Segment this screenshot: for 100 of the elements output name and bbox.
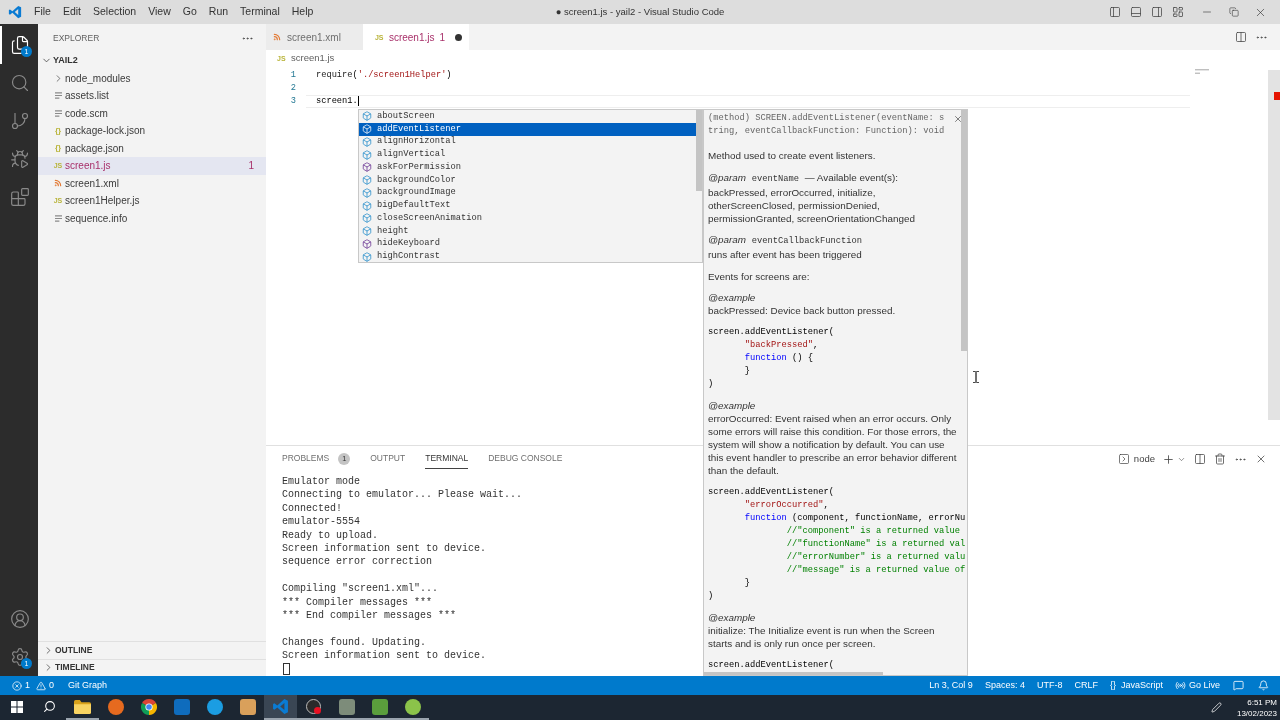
document-lines-icon — [54, 109, 62, 117]
cube-icon — [362, 238, 372, 249]
menu-item[interactable]: Terminal — [234, 1, 286, 23]
cube-icon — [362, 124, 372, 135]
cube-icon — [362, 111, 372, 122]
status-item[interactable]: Spaces: 4 — [978, 676, 1031, 695]
cube-icon — [362, 200, 372, 211]
suggestion-item[interactable]: aboutScreen — [359, 110, 696, 123]
panel-right-icon — [1150, 6, 1163, 18]
status-item[interactable]: UTF-8 — [1030, 676, 1069, 695]
breadcrumb-item[interactable]: screen1.js — [291, 51, 335, 66]
file-type-label: {} — [54, 144, 62, 153]
param-description: @param eventCallbackFunction runs after event has been triggered — [708, 233, 864, 261]
file-tree-item[interactable]: {} package-lock.json — [38, 122, 266, 140]
cube-icon — [362, 187, 372, 198]
document-lines-icon — [54, 92, 62, 100]
document-lines-icon — [54, 214, 62, 222]
suggestion-item[interactable]: bigDefaultText — [359, 199, 696, 212]
file-tree-item[interactable]: screen1.xml — [38, 174, 266, 192]
rss-icon — [273, 33, 281, 41]
menu-item[interactable]: Edit — [56, 1, 87, 23]
window-title: ● screen1.js - yail2 - Visual Studio Code — [555, 4, 725, 19]
line-number: 2 — [289, 81, 297, 95]
scrollbar-thumb[interactable] — [1268, 70, 1280, 420]
code-text: require('./screen1Helper') — [316, 69, 452, 81]
suggestion-item[interactable]: alignHorizontal — [359, 135, 696, 149]
search-icon — [43, 700, 56, 713]
cube-icon — [362, 251, 372, 262]
suggestion-item[interactable]: hideKeyboard — [359, 237, 696, 251]
folder-icon — [74, 699, 91, 714]
minimap — [1195, 69, 1211, 74]
file-tree-item[interactable]: sequence.info — [38, 209, 266, 227]
columns-icon — [1194, 453, 1206, 465]
clock-date: 13/02/2023 — [1236, 707, 1277, 719]
blocks-icon — [10, 187, 30, 207]
problems-status-button[interactable]: 1 0 — [6, 676, 61, 695]
param-description: @param eventName — Available event(s): backPressed, errorOccurred, initialize, otherScreenClosed, permissionDenied, permissionGranted, screenOrientationChanged — [708, 170, 916, 225]
menu-item[interactable]: Go — [176, 1, 203, 23]
menu-item[interactable]: View — [142, 1, 177, 23]
folder-header[interactable]: YAIL2 — [38, 52, 266, 70]
broadcast-icon — [1174, 680, 1186, 691]
section-header[interactable]: OUTLINE — [38, 641, 266, 659]
menu-item[interactable]: Help — [285, 1, 320, 23]
menu-item[interactable]: File — [28, 1, 57, 23]
menu-item[interactable]: Selection — [87, 1, 143, 23]
go-live-button[interactable]: Go Live — [1168, 676, 1226, 695]
panel-tab[interactable]: TERMINAL — [425, 449, 469, 469]
doc-text: Events for screens are: — [708, 269, 811, 283]
line-number: 3 — [289, 94, 297, 108]
bell-icon — [1258, 680, 1269, 691]
scrollbar-thumb[interactable] — [696, 110, 702, 191]
code-example: screen.addEventListener( "errorOccurred", function (component, functionName, errorNu //"component" is a returned value //"functionName" is a returned val //"errorNumber" is a returned valu //"message" is a returned value of } ) — [708, 485, 967, 603]
scrollbar-thumb[interactable] — [704, 672, 883, 675]
terminal-icon — [1117, 453, 1130, 465]
suggestion-item[interactable]: alignVertical — [359, 148, 696, 161]
suggestion-item[interactable]: closeScreenAnimation — [359, 212, 696, 225]
ribbon-logo-icon — [272, 698, 289, 715]
file-tree-item[interactable]: assets.list — [38, 87, 266, 105]
suggestion-item[interactable]: highContrast — [359, 250, 696, 263]
panel-bottom-icon — [1129, 6, 1142, 18]
panel-tab[interactable]: OUTPUT — [370, 449, 406, 469]
suggestion-item[interactable]: backgroundColor — [359, 173, 696, 187]
settings-icon — [10, 647, 30, 667]
editor-tab[interactable]: screen1.xml — [266, 24, 363, 50]
layout-icon — [1171, 6, 1184, 18]
doc-text: Method used to create event listeners. — [708, 149, 877, 162]
status-item[interactable]: Git Graph — [62, 676, 114, 695]
status-item[interactable]: Ln 3, Col 9 — [923, 676, 979, 695]
columns-icon — [1235, 31, 1247, 43]
error-mark-icon — [1274, 92, 1280, 100]
sidebar-title: EXPLORER — [53, 31, 100, 45]
file-tree-item[interactable]: {} package.json — [38, 139, 266, 157]
status-item[interactable]: CRLF — [1068, 676, 1104, 695]
error-icon — [12, 680, 22, 691]
file-tree-item[interactable]: code.scm — [38, 104, 266, 122]
scrollbar-thumb[interactable] — [961, 110, 967, 351]
panel-tab[interactable]: DEBUG CONSOLE — [488, 449, 563, 469]
language-mode-button[interactable]: {} JavaScript — [1103, 676, 1169, 695]
problem-count: 1 — [248, 159, 254, 174]
file-tree-item[interactable]: node_modules — [38, 69, 266, 87]
suggestion-item[interactable]: askForPermission — [359, 161, 696, 174]
cube-icon — [362, 226, 372, 237]
problem-count: 1 — [439, 30, 446, 45]
terminal-selector-button[interactable]: node — [1114, 449, 1158, 469]
close-icon — [1255, 453, 1267, 465]
trash-icon — [1214, 453, 1226, 465]
menu-item[interactable]: Run — [202, 1, 235, 23]
window-panes-icon — [10, 700, 23, 713]
pen-icon — [1210, 702, 1222, 713]
close-icon — [953, 114, 963, 124]
braces-symbol: {} — [1109, 678, 1116, 692]
close-hover-button[interactable] — [952, 113, 964, 125]
suggestion-item[interactable]: height — [359, 224, 696, 238]
suggestion-item[interactable]: backgroundImage — [359, 186, 696, 200]
terminal-cursor — [283, 662, 290, 675]
example-description: @example errorOccurred: Event raised when an error occurs. Only some errors will raise this condition. For those errors, the system will show a notification by default. You can use this event handler to prescribe an error behavior different than the default. — [708, 399, 958, 477]
cube-icon — [362, 213, 372, 224]
warning-icon — [36, 680, 46, 691]
feedback-icon — [1233, 680, 1244, 691]
account-icon — [10, 609, 30, 629]
